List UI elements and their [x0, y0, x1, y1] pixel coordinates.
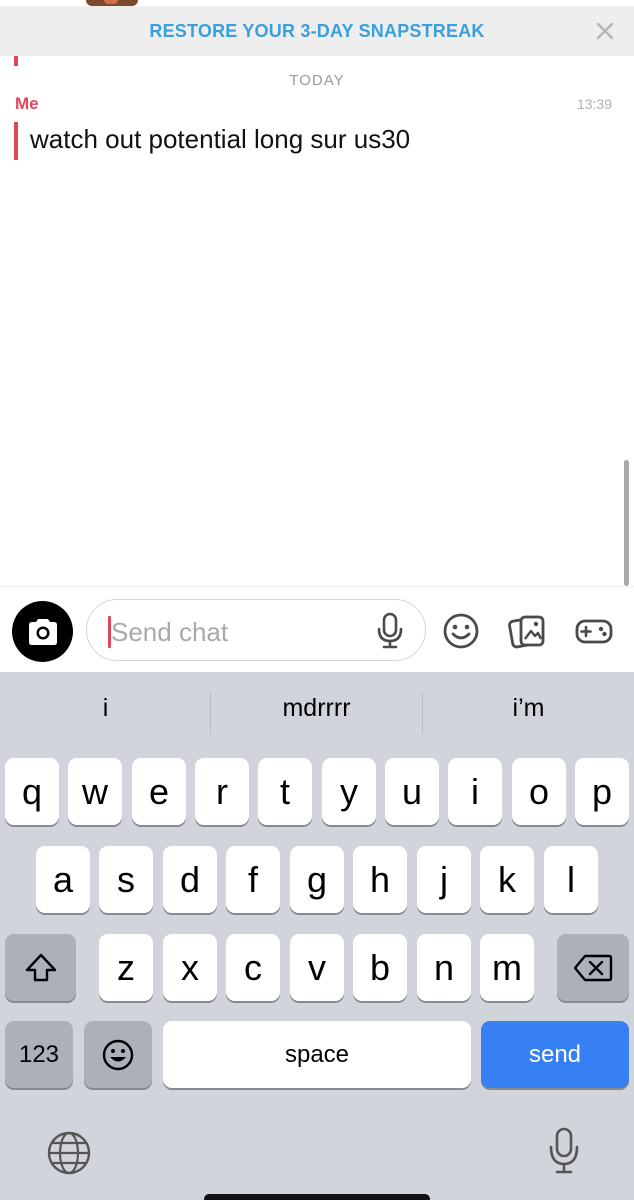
- suggestion-bar: i mdrrrr i’m: [0, 672, 634, 754]
- key-d[interactable]: d: [163, 846, 217, 913]
- numbers-key[interactable]: 123: [5, 1021, 73, 1088]
- key-r[interactable]: r: [195, 758, 249, 825]
- key-x[interactable]: x: [163, 934, 217, 1001]
- key-v[interactable]: v: [290, 934, 344, 1001]
- key-j[interactable]: j: [417, 846, 471, 913]
- send-chat-input[interactable]: Send chat: [86, 599, 426, 661]
- emoji-key[interactable]: [84, 1021, 152, 1088]
- backspace-icon: [573, 954, 613, 981]
- ios-keyboard: i mdrrrr i’m q w e r t y u i o p a s d f…: [0, 672, 634, 1200]
- key-n[interactable]: n: [417, 934, 471, 1001]
- key-s[interactable]: s: [99, 846, 153, 913]
- message-marker: [14, 122, 18, 160]
- emoji-icon: [102, 1039, 134, 1070]
- camera-icon: [28, 618, 57, 645]
- message-sender: Me: [15, 94, 39, 113]
- backspace-key[interactable]: [557, 934, 629, 1001]
- message-timestamp: 13:39: [576, 96, 612, 112]
- scrollbar[interactable]: [624, 460, 629, 586]
- suggestion-item[interactable]: i: [0, 694, 211, 723]
- send-chat-placeholder: Send chat: [111, 617, 229, 647]
- suggestion-item[interactable]: mdrrrr: [211, 694, 422, 723]
- home-indicator[interactable]: [204, 1194, 430, 1200]
- suggestion-item[interactable]: i’m: [423, 694, 634, 723]
- snapstreak-banner-text[interactable]: RESTORE YOUR 3-DAY SNAPSTREAK: [149, 21, 484, 42]
- key-u[interactable]: u: [385, 758, 439, 825]
- shift-arrow-icon: [25, 953, 56, 981]
- key-t[interactable]: t: [258, 758, 312, 825]
- game-controller-icon[interactable]: [574, 611, 614, 651]
- camera-button[interactable]: [12, 601, 73, 662]
- microphone-icon[interactable]: [375, 612, 405, 650]
- key-p[interactable]: p: [575, 758, 629, 825]
- key-k[interactable]: k: [480, 846, 534, 913]
- key-l[interactable]: l: [544, 846, 598, 913]
- send-key[interactable]: send: [481, 1021, 629, 1088]
- key-e[interactable]: e: [132, 758, 186, 825]
- space-key[interactable]: space: [163, 1021, 471, 1088]
- day-separator: TODAY: [289, 72, 345, 89]
- message-text[interactable]: watch out potential long sur us30: [30, 124, 410, 155]
- key-b[interactable]: b: [353, 934, 407, 1001]
- key-h[interactable]: h: [353, 846, 407, 913]
- key-q[interactable]: q: [5, 758, 59, 825]
- key-g[interactable]: g: [290, 846, 344, 913]
- previous-message-marker: [14, 56, 18, 66]
- key-o[interactable]: o: [512, 758, 566, 825]
- chat-input-bar: Send chat: [0, 586, 634, 672]
- key-f[interactable]: f: [226, 846, 280, 913]
- close-icon[interactable]: [592, 18, 618, 44]
- globe-icon[interactable]: [46, 1130, 92, 1176]
- chat-screen: RESTORE YOUR 3-DAY SNAPSTREAK TODAY Me 1…: [0, 0, 634, 1200]
- key-z[interactable]: z: [99, 934, 153, 1001]
- smiley-icon[interactable]: [441, 611, 481, 651]
- dictation-mic-icon[interactable]: [547, 1126, 581, 1176]
- key-m[interactable]: m: [480, 934, 534, 1001]
- key-c[interactable]: c: [226, 934, 280, 1001]
- key-y[interactable]: y: [322, 758, 376, 825]
- shift-key[interactable]: [5, 934, 76, 1001]
- snapstreak-banner[interactable]: RESTORE YOUR 3-DAY SNAPSTREAK: [0, 6, 634, 56]
- memories-cards-icon[interactable]: [507, 611, 547, 651]
- key-w[interactable]: w: [68, 758, 122, 825]
- key-i[interactable]: i: [448, 758, 502, 825]
- key-a[interactable]: a: [36, 846, 90, 913]
